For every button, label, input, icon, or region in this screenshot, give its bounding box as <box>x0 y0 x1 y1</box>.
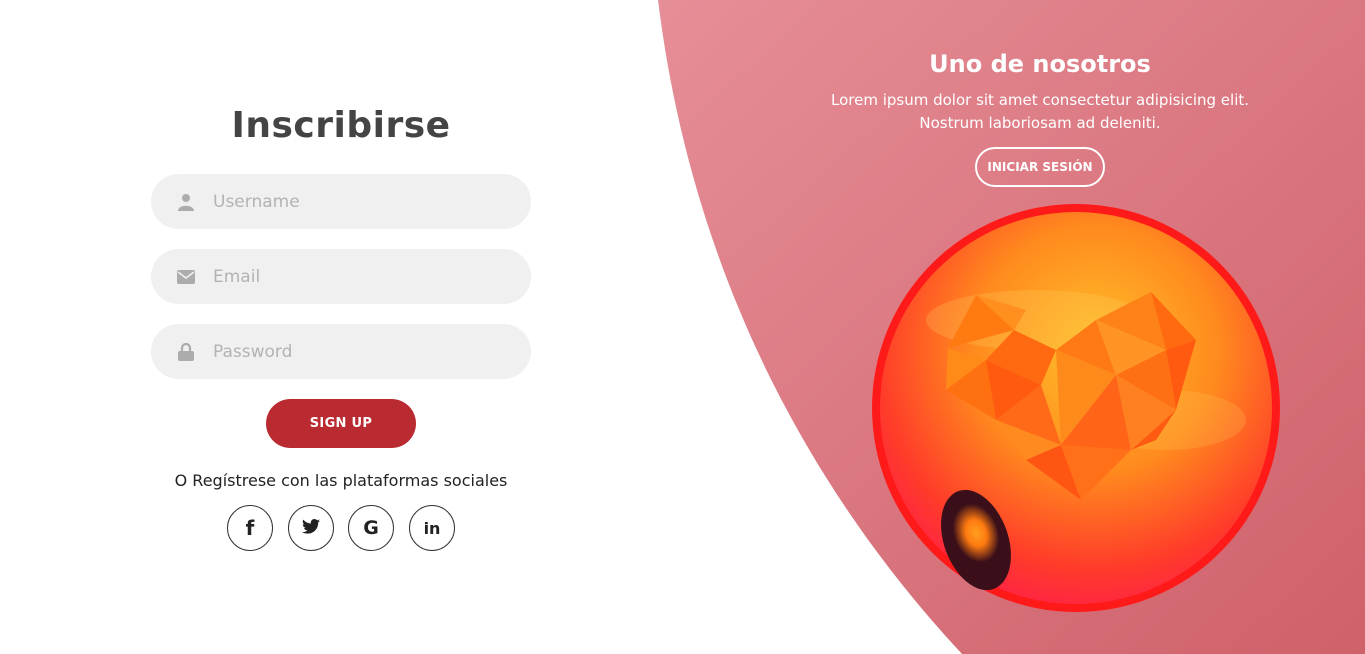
password-input[interactable] <box>213 324 531 379</box>
google-icon: G <box>363 517 379 539</box>
sign-in-button[interactable]: INICIAR SESIÓN <box>975 147 1105 187</box>
linkedin-icon: in <box>423 518 441 538</box>
user-icon <box>176 192 196 212</box>
username-field[interactable] <box>151 174 531 229</box>
panel-title: Uno de nosotros <box>929 50 1151 78</box>
google-button[interactable]: G <box>348 505 394 551</box>
email-field[interactable] <box>151 249 531 304</box>
twitter-button[interactable] <box>288 505 334 551</box>
social-buttons: f G in <box>227 505 457 552</box>
form-title: Inscribirse <box>231 105 451 146</box>
username-input[interactable] <box>213 174 531 229</box>
envelope-icon <box>176 267 196 287</box>
sign-up-button[interactable]: SIGN UP <box>266 399 416 448</box>
linkedin-button[interactable]: in <box>409 505 455 551</box>
facebook-button[interactable]: f <box>227 505 273 551</box>
heart-orb-illustration <box>872 204 1280 612</box>
twitter-icon <box>302 518 320 538</box>
social-signup-text: O Regístrese con las plataformas sociale… <box>174 471 508 490</box>
facebook-icon: f <box>245 516 255 540</box>
panel-description: Lorem ipsum dolor sit amet consectetur a… <box>820 89 1260 135</box>
panel-description-line-2: Nostrum laboriosam ad deleniti. <box>919 114 1161 132</box>
email-input[interactable] <box>213 249 531 304</box>
password-field[interactable] <box>151 324 531 379</box>
lock-icon <box>176 342 196 362</box>
panel-description-line-1: Lorem ipsum dolor sit amet consectetur a… <box>830 91 1250 109</box>
